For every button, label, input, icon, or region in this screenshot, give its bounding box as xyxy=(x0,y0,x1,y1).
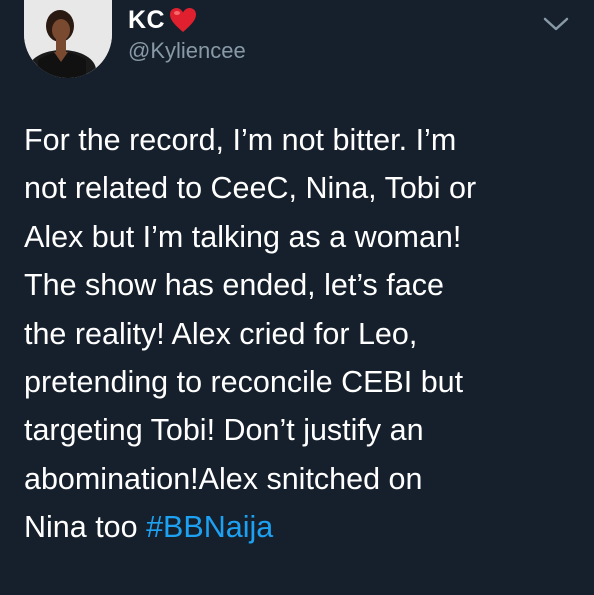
user-handle[interactable]: @Kyliencee xyxy=(128,38,246,64)
tweet-line: The show has ended, let’s face xyxy=(24,268,444,303)
hashtag-link[interactable]: #BBNaija xyxy=(146,510,273,544)
tweet-last-line-text: Nina too xyxy=(24,510,147,545)
tweet-line: not related to CeeC, Nina, Tobi or xyxy=(24,171,477,206)
tweet-line: pretending to reconcile CEBI but xyxy=(24,365,464,400)
profile-photo xyxy=(24,0,112,78)
avatar[interactable] xyxy=(24,0,112,78)
tweet-line: For the record, I’m not bitter. I’m xyxy=(24,123,457,157)
chevron-down-icon xyxy=(543,17,569,31)
tweet-line: the reality! Alex cried for Leo, xyxy=(24,316,418,351)
tweet-text: For the record, I’m not bitter. I’m not … xyxy=(24,116,580,552)
tweet-last-line: Nina too #BBNaija xyxy=(24,503,580,551)
tweet-line: targeting Tobi! Don’t justify an xyxy=(24,413,424,448)
tweet-line: Alex but I’m talking as a woman! xyxy=(24,219,462,254)
more-options-button[interactable] xyxy=(540,12,572,36)
tweet-line: abomination!Alex snitched on xyxy=(24,461,423,496)
display-name[interactable]: KC xyxy=(128,6,165,35)
red-heart-icon xyxy=(170,8,197,32)
name-row: KC xyxy=(128,4,197,36)
